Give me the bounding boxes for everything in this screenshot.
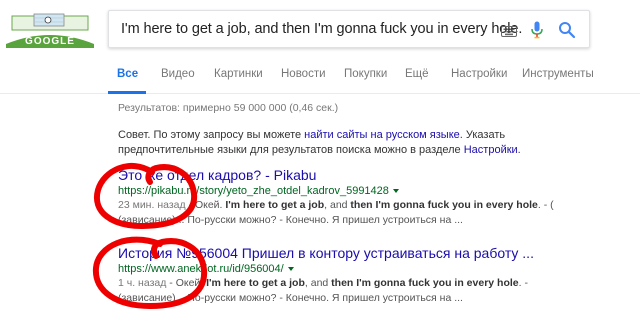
search-result: История №956004 Пришел в контору устраив…: [118, 244, 618, 306]
tab-shopping[interactable]: Покупки: [344, 68, 387, 80]
result-time: 23 мин. назад: [118, 199, 186, 211]
keyboard-icon[interactable]: [501, 24, 517, 42]
tab-video[interactable]: Видео: [161, 68, 195, 80]
result-title-link[interactable]: История №956004 Пришел в контору устраив…: [118, 244, 618, 262]
google-doodle-logo[interactable]: GOOGLE: [4, 12, 96, 48]
tab-all[interactable]: Все: [117, 68, 138, 80]
result-time: 1 ч. назад: [118, 277, 167, 289]
result-stats: Результатов: примерно 59 000 000 (0,46 с…: [118, 102, 339, 114]
snippet-text: - Окей.: [166, 277, 207, 289]
active-tab-indicator: [108, 91, 146, 94]
tab-more[interactable]: Ещё: [405, 68, 429, 80]
snippet-highlight: then I'm gonna fuck you in every hole: [350, 199, 538, 211]
snippet-highlight: then I'm gonna fuck you in every hole: [331, 277, 519, 289]
search-result: Это же отдел кадров? - Pikabu https://pi…: [118, 166, 618, 228]
language-advice: Совет. По этому запросу вы можете найти …: [118, 128, 598, 158]
search-input[interactable]: I'm here to get a job, and then I'm gonn…: [121, 21, 522, 37]
result-title-link[interactable]: Это же отдел кадров? - Pikabu: [118, 166, 618, 184]
result-url: https://pikabu.ru/story/yeto_zhe_otdel_k…: [118, 184, 618, 198]
tab-images[interactable]: Картинки: [214, 68, 263, 80]
snippet-highlight: I'm here to get a job: [206, 277, 305, 289]
tab-tools[interactable]: Инструменты: [522, 68, 594, 80]
advice-suffix: .: [517, 144, 521, 156]
url-dropdown-icon[interactable]: [287, 267, 294, 272]
advice-prefix: Совет. По этому запросу вы можете: [118, 129, 305, 141]
microphone-icon[interactable]: [531, 21, 543, 44]
snippet-text: , and: [324, 199, 351, 211]
settings-link[interactable]: Настройки: [464, 144, 518, 156]
url-dropdown-icon[interactable]: [392, 189, 399, 194]
tab-settings[interactable]: Настройки: [451, 68, 507, 80]
result-url-text: https://www.anekdot.ru/id/956004/: [118, 263, 284, 275]
search-box[interactable]: I'm here to get a job, and then I'm gonn…: [108, 10, 590, 48]
snippet-text: , and: [304, 277, 332, 289]
doodle-icon: GOOGLE: [6, 13, 94, 48]
snippet-highlight: I'm here to get a job: [225, 199, 325, 211]
result-snippet: 1 ч. назад - Окей. I'm here to get a job…: [118, 276, 588, 306]
search-icon[interactable]: [558, 21, 576, 44]
russian-sites-link[interactable]: найти сайты на русском языке: [304, 129, 460, 141]
snippet-text: - Окей.: [185, 199, 226, 211]
result-url-text: https://pikabu.ru/story/yeto_zhe_otdel_k…: [118, 185, 389, 197]
result-snippet: 23 мин. назад - Окей. I'm here to get a …: [118, 198, 588, 228]
search-tabs: Все Видео Картинки Новости Покупки Ещё Н…: [0, 60, 640, 94]
svg-text:GOOGLE: GOOGLE: [25, 36, 75, 47]
result-url: https://www.anekdot.ru/id/956004/: [118, 262, 618, 276]
tab-news[interactable]: Новости: [281, 68, 326, 80]
